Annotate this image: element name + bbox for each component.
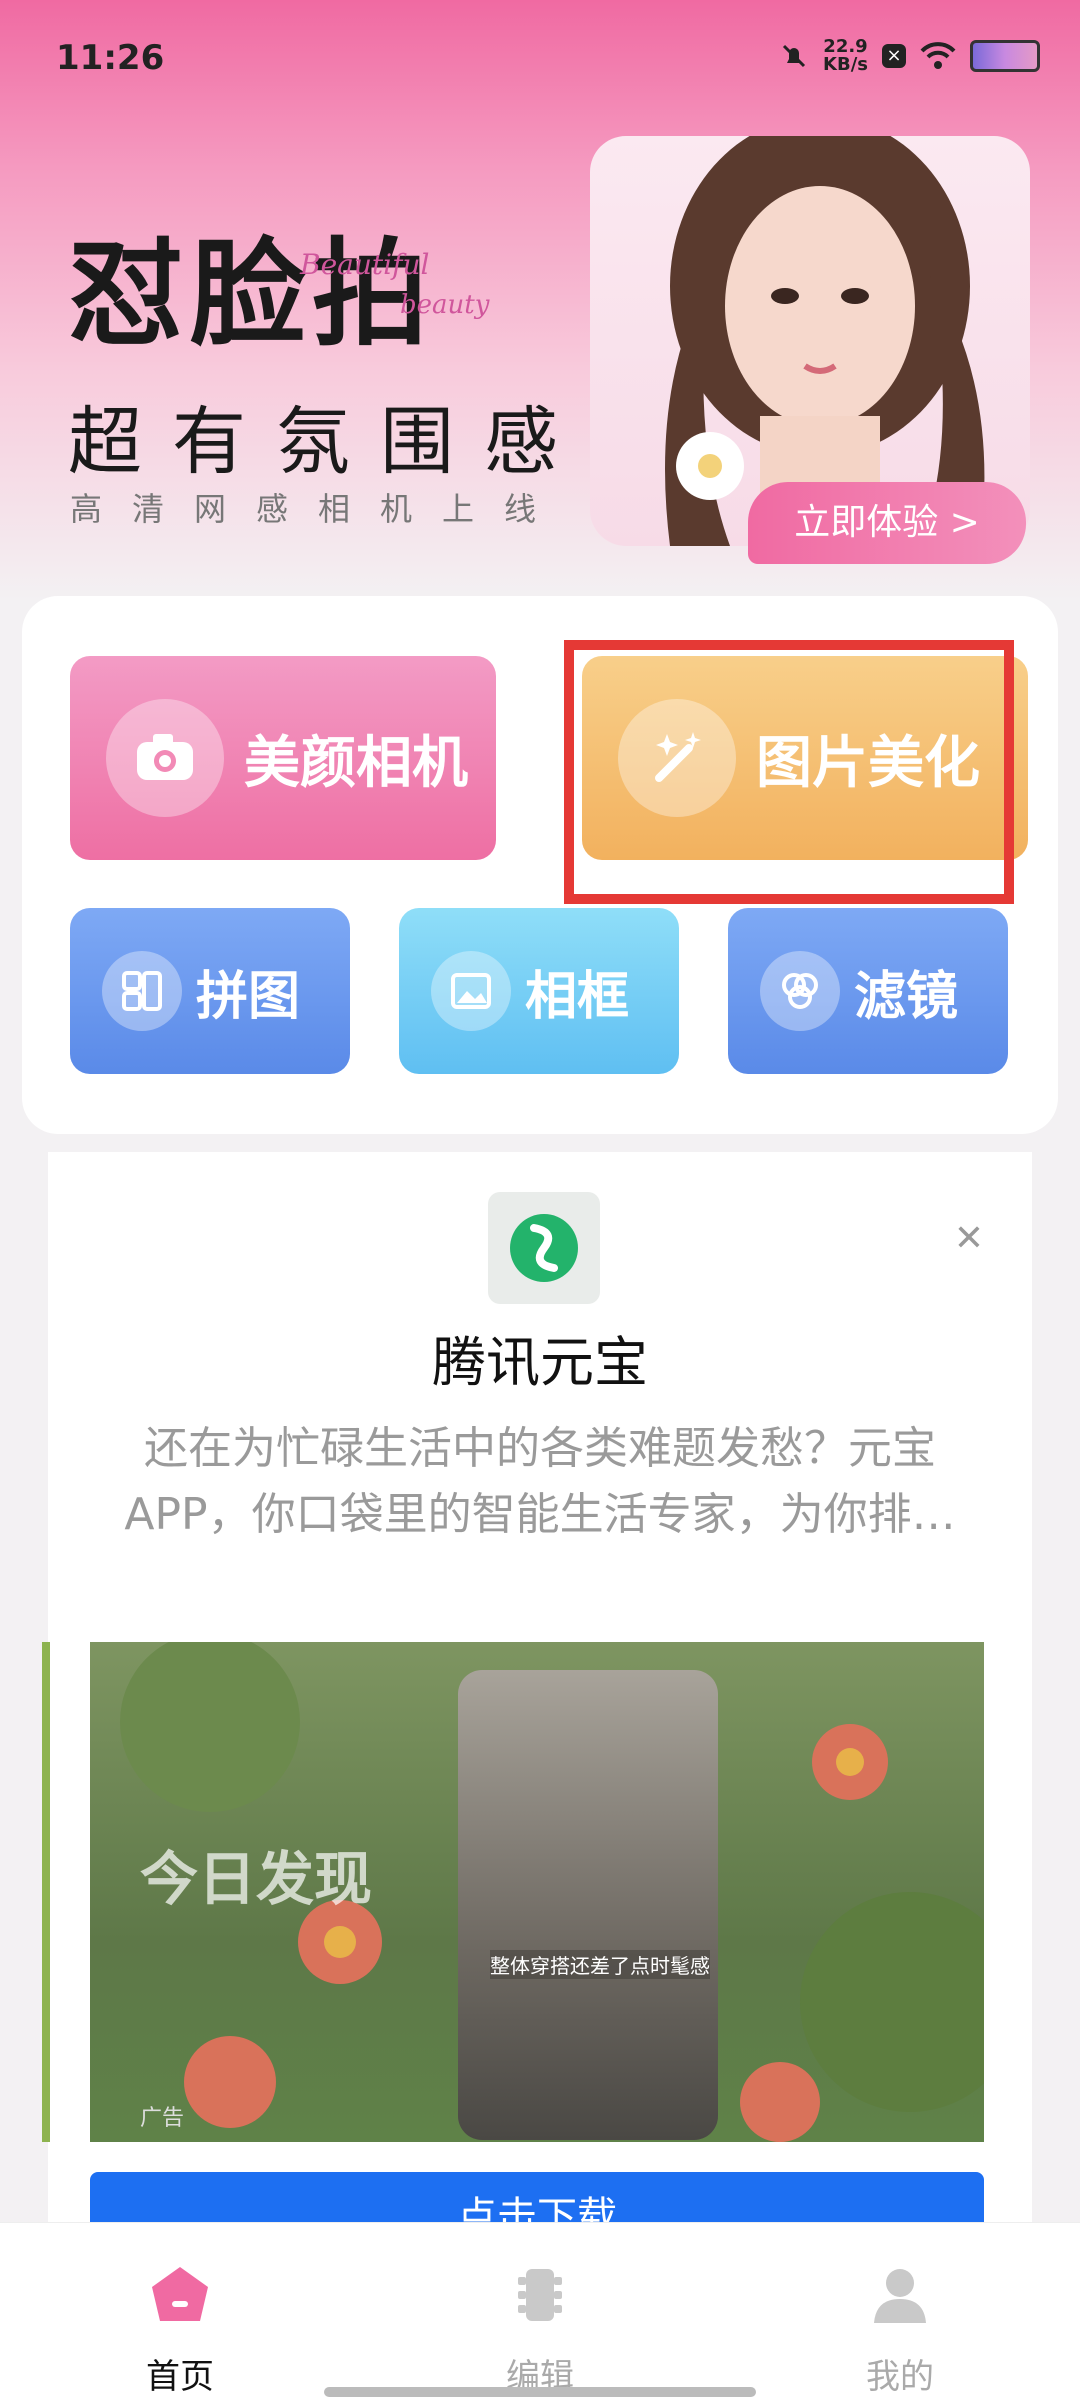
frame-label: 相框 (525, 966, 630, 1027)
collage-button[interactable]: 拼图 (70, 908, 350, 1074)
status-icons: 22.9 KB/s × (779, 38, 1040, 74)
ad-close-icon[interactable]: ✕ (954, 1218, 984, 1259)
camera-icon (106, 699, 224, 817)
ad-video[interactable]: 今日发现 整体穿搭还差了点时髦感 广告 (90, 1642, 984, 2142)
ad-card[interactable]: ✕ 腾讯元宝 还在为忙碌生活中的各类难题发愁？元宝 APP，你口袋里的智能生活专… (42, 1152, 1032, 2242)
hero-script-text: Beautiful (300, 248, 430, 281)
ad-video-person (458, 1670, 718, 2140)
hero-subtitle: 超有氛围感 (68, 399, 588, 485)
filter-label: 滤镜 (854, 966, 959, 1027)
beauty-camera-button[interactable]: 美颜相机 (70, 656, 496, 860)
mute-bell-icon (782, 44, 806, 68)
wifi-icon (920, 42, 956, 69)
beauty-camera-label: 美颜相机 (244, 730, 468, 796)
highlight-box (564, 640, 1014, 904)
nav-profile[interactable]: 我的 (800, 2263, 1000, 2398)
collage-icon (102, 951, 182, 1031)
gesture-bar[interactable] (324, 2387, 756, 2397)
nav-home-label: 首页 (146, 2357, 214, 2397)
home-icon (152, 2267, 208, 2321)
frame-button[interactable]: 相框 (399, 908, 679, 1074)
nav-edit[interactable]: 编辑 (440, 2263, 640, 2398)
try-now-button[interactable]: 立即体验 > (748, 482, 1026, 564)
ad-side-strip (42, 1642, 50, 2142)
status-bar: 11:26 22.9 KB/s × (56, 38, 1040, 88)
ad-description: 还在为忙碌生活中的各类难题发愁？元宝 APP，你口袋里的智能生活专家，为你排… (124, 1423, 956, 1540)
yuanbao-logo-icon (488, 1192, 600, 1304)
hero-title: 怼脸拍 (68, 226, 434, 362)
ad-tag: 广告 (140, 2106, 185, 2131)
ad-video-caption: 整体穿搭还差了点时髦感 (490, 1950, 710, 1979)
notification-x-icon: × (882, 44, 906, 68)
filter-button[interactable]: 滤镜 (728, 908, 1008, 1074)
net-speed: 22.9 KB/s (823, 38, 868, 74)
collage-label: 拼图 (196, 966, 301, 1027)
filter-icon (760, 951, 840, 1031)
ad-video-overlay-text: 今日发现 (140, 1845, 373, 1913)
net-speed-unit: KB/s (823, 54, 868, 75)
bottom-nav: 首页 编辑 我的 (0, 2222, 1080, 2408)
nav-home[interactable]: 首页 (80, 2263, 280, 2398)
hero-banner[interactable]: 11:26 22.9 KB/s × 怼脸拍 Beautiful beauty 超… (0, 0, 1080, 600)
nav-profile-label: 我的 (866, 2357, 934, 2397)
edit-icon (518, 2269, 562, 2321)
profile-icon (874, 2269, 926, 2323)
battery-icon (970, 40, 1040, 72)
frame-icon (431, 951, 511, 1031)
app-screen: 11:26 22.9 KB/s × 怼脸拍 Beautiful beauty 超… (0, 0, 1080, 2408)
status-time: 11:26 (56, 38, 165, 78)
hero-script-text-2: beauty (400, 290, 490, 320)
hero-tagline: 高清网感相机上线 (70, 490, 567, 528)
ad-app-name: 腾讯元宝 (432, 1331, 648, 1394)
